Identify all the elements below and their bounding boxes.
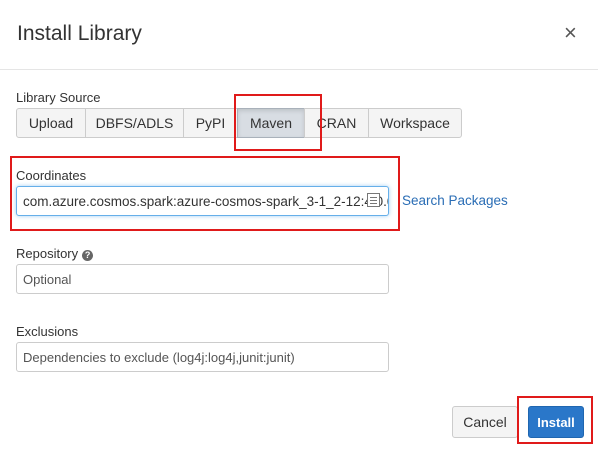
exclusions-placeholder: Dependencies to exclude (log4j:log4j,jun… xyxy=(23,349,295,365)
coordinates-value: com.azure.cosmos.spark:azure-cosmos-spar… xyxy=(23,193,389,209)
dialog-title: Install Library xyxy=(17,22,142,45)
help-icon[interactable]: ? xyxy=(82,250,94,261)
repository-input[interactable]: Optional xyxy=(16,264,389,294)
tab-maven[interactable]: Maven xyxy=(237,108,305,138)
list-icon[interactable] xyxy=(367,193,380,207)
dialog-header: Install Library × xyxy=(0,0,598,70)
install-library-dialog: Install Library × Library Source Upload … xyxy=(0,0,598,449)
library-source-label: Library Source xyxy=(16,90,101,105)
install-button[interactable]: Install xyxy=(528,406,584,438)
tab-upload[interactable]: Upload xyxy=(16,108,86,138)
coordinates-label: Coordinates xyxy=(16,168,87,183)
tab-workspace[interactable]: Workspace xyxy=(368,108,462,138)
exclusions-input[interactable]: Dependencies to exclude (log4j:log4j,jun… xyxy=(16,342,389,372)
repository-label-text: Repository xyxy=(16,246,79,261)
exclusions-label: Exclusions xyxy=(16,324,79,339)
tab-dbfs-adls[interactable]: DBFS/ADLS xyxy=(85,108,184,138)
close-icon[interactable]: × xyxy=(564,21,577,45)
footer-divider xyxy=(0,395,598,396)
cancel-button[interactable]: Cancel xyxy=(452,406,518,438)
library-source-tabs: Upload DBFS/ADLS PyPI Maven CRAN Workspa… xyxy=(16,108,462,138)
coordinates-input[interactable]: com.azure.cosmos.spark:azure-cosmos-spar… xyxy=(16,186,389,216)
tab-cran[interactable]: CRAN xyxy=(304,108,369,138)
search-packages-link[interactable]: Search Packages xyxy=(402,193,508,208)
repository-placeholder: Optional xyxy=(23,271,72,287)
tab-pypi[interactable]: PyPI xyxy=(183,108,238,138)
repository-label: Repository? xyxy=(16,246,94,261)
